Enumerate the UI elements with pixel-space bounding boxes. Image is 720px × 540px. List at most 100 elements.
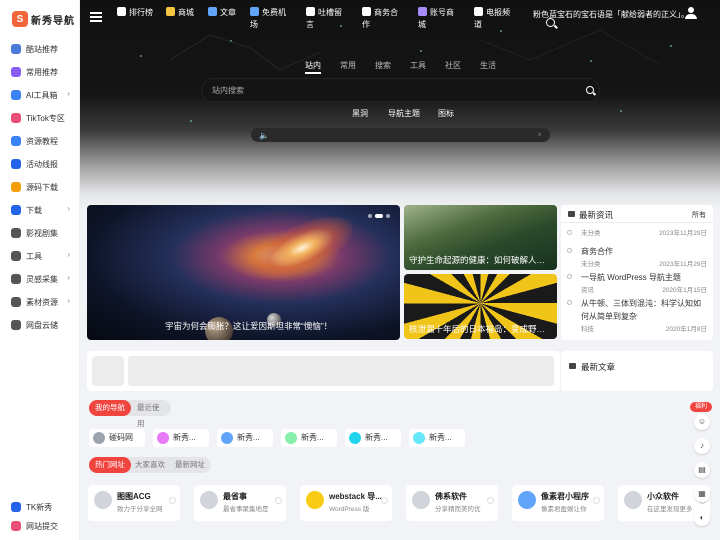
nav-item-icon <box>11 502 21 512</box>
search-box <box>201 78 600 102</box>
sidebar-item[interactable]: 影视剧集 <box>0 226 80 240</box>
top-nav-link[interactable]: 吐槽留言 <box>306 7 346 31</box>
slide-dot[interactable] <box>386 214 390 218</box>
quick-link[interactable]: 导航主题 <box>388 108 420 119</box>
tile-forest[interactable]: 守护生命起源的健康：如何破解人类... <box>404 205 557 270</box>
sidebar-item[interactable]: 下载 › <box>0 203 80 217</box>
sidebar-item-label: 酷站推荐 <box>26 44 58 54</box>
news-all-link[interactable]: 所有 <box>692 210 706 220</box>
sidebar-item[interactable]: 资源教程 <box>0 134 80 148</box>
logo[interactable]: S 新秀导航 <box>0 0 79 38</box>
dark-mode-icon[interactable]: ◐ <box>694 510 710 526</box>
nav-chip[interactable]: 碰码网 <box>89 429 145 447</box>
menu-icon[interactable] <box>90 12 102 22</box>
top-nav-link[interactable]: 账号商城 <box>418 7 458 31</box>
top-nav-label: 文章 <box>220 8 236 17</box>
user-icon[interactable] <box>685 7 697 19</box>
info-icon[interactable] <box>381 497 388 504</box>
segment-tab[interactable]: 最近使用 <box>131 400 171 428</box>
sidebar-item-label: 灵感采集 <box>26 274 58 284</box>
sidebar-item[interactable]: 常用推荐 <box>0 65 80 79</box>
top-nav-link[interactable]: 电报频道 <box>474 7 514 31</box>
sidebar-item[interactable]: 工具 › <box>0 249 80 263</box>
doc-icon[interactable]: ▤ <box>694 462 710 478</box>
search-submit-icon[interactable] <box>586 86 594 94</box>
segment-tab[interactable]: 大家喜欢 <box>129 457 171 473</box>
nav-item-icon <box>11 521 21 531</box>
sidebar-item[interactable]: 酷站推荐 <box>0 42 80 56</box>
chip-label: 新秀... <box>365 433 388 442</box>
quick-link[interactable]: 图标 <box>438 108 454 119</box>
site-card[interactable]: 最省事 最省事聚集地是 <box>194 485 286 521</box>
site-card[interactable]: 图图ACG 致力于分享全网 <box>88 485 180 521</box>
nav-chip[interactable]: 新秀... <box>281 429 337 447</box>
top-nav-link[interactable]: 商务合作 <box>362 7 402 31</box>
chip-label: 新秀... <box>173 433 196 442</box>
sidebar-item[interactable]: 网站提交 <box>0 519 80 533</box>
top-nav-label: 排行榜 <box>129 8 153 17</box>
search-input[interactable] <box>212 84 572 97</box>
nav-chip[interactable]: 新秀... <box>345 429 401 447</box>
search-tab[interactable]: 常用 <box>340 60 356 71</box>
info-icon[interactable] <box>169 497 176 504</box>
speaker-icon[interactable]: 🔈 <box>259 131 269 140</box>
search-tab[interactable]: 站内 <box>305 60 321 74</box>
calendar-icon[interactable]: ▦ <box>694 486 710 502</box>
slogan: 粉色蓝宝石的宝石语是「献给弱者的正义」。 <box>533 10 689 19</box>
site-logo <box>94 491 112 509</box>
search-tab[interactable]: 社区 <box>445 60 461 71</box>
news-item-title: 商务合作 <box>581 247 613 256</box>
book-icon <box>568 211 575 217</box>
segment-tab[interactable]: 热门网址 <box>89 457 131 473</box>
search-tab[interactable]: 生活 <box>480 60 496 71</box>
site-desc: 分享精而美的优 <box>435 506 481 513</box>
slide-dot[interactable] <box>375 214 383 218</box>
welfare-badge[interactable]: 福利 <box>690 402 712 412</box>
segment-tab[interactable]: 最新网址 <box>169 457 211 473</box>
info-icon[interactable] <box>593 497 600 504</box>
info-icon[interactable] <box>275 497 282 504</box>
sidebar-item[interactable]: 素材资源 › <box>0 295 80 309</box>
sidebar-item[interactable]: 活动线报 <box>0 157 80 171</box>
quick-link[interactable]: 黑洞 <box>352 108 368 119</box>
tile-caption: 守护生命起源的健康：如何破解人类... <box>409 255 552 265</box>
nav-item-icon <box>11 113 21 123</box>
site-card[interactable]: 佛系软件 分享精而美的优 <box>406 485 498 521</box>
sidebar-item[interactable]: 灵感采集 › <box>0 272 80 286</box>
sidebar-item-label: 源码下载 <box>26 182 58 192</box>
segment-tab[interactable]: 我的导航 <box>89 400 131 416</box>
sidebar-item[interactable]: TK新秀 <box>0 500 80 514</box>
site-desc: 致力于分享全网 <box>117 506 163 513</box>
site-card[interactable]: 像素君小程序 像素君盈娱让你 <box>512 485 604 521</box>
sidebar-item-label: 工具 <box>26 251 42 261</box>
site-card[interactable]: webstack 导... WordPress 版 <box>300 485 392 521</box>
tile-radiation[interactable]: 核泄漏十年后的日本福岛：变成野生... <box>404 274 557 339</box>
nav-icon <box>250 7 259 16</box>
top-nav-link[interactable]: 商城 <box>166 7 206 19</box>
search-icon[interactable] <box>546 18 555 27</box>
info-icon[interactable] <box>487 497 494 504</box>
news-title: 最新资讯 <box>579 210 614 220</box>
top-nav-link[interactable]: 免费机场 <box>250 7 290 31</box>
top-nav-link[interactable]: 文章 <box>208 7 248 19</box>
bell-icon[interactable]: ♪ <box>694 438 710 454</box>
nav-chip[interactable]: 新秀... <box>409 429 465 447</box>
site-avatar <box>93 432 105 444</box>
close-icon[interactable]: × <box>537 130 542 139</box>
site-avatar <box>413 432 425 444</box>
slide-dot[interactable] <box>368 214 372 218</box>
search-tab[interactable]: 搜索 <box>375 60 391 71</box>
sidebar-item[interactable]: 源码下载 <box>0 180 80 194</box>
nav-item-icon <box>11 44 21 54</box>
search-tab[interactable]: 工具 <box>410 60 426 71</box>
top-nav-link[interactable]: 排行榜 <box>117 7 157 19</box>
sidebar-item[interactable]: TikTok专区 <box>0 111 80 125</box>
nav-chip[interactable]: 新秀... <box>217 429 273 447</box>
banner-slide[interactable]: 宇宙为何会膨胀？这让爱因斯坦非常“懊恼”！ <box>87 205 400 340</box>
top-bar: 排行榜 商城 文章 免费机场 吐槽留言 商务合作 账号商城 电报频道 粉色蓝宝石的宝石语是「献… <box>80 0 720 36</box>
wechat-icon[interactable]: ☺ <box>694 414 710 430</box>
sidebar-item[interactable]: AI工具箱 › <box>0 88 80 102</box>
sidebar-item[interactable]: 网盘云储 <box>0 318 80 332</box>
sidebar-item-label: TK新秀 <box>26 502 53 512</box>
nav-chip[interactable]: 新秀... <box>153 429 209 447</box>
